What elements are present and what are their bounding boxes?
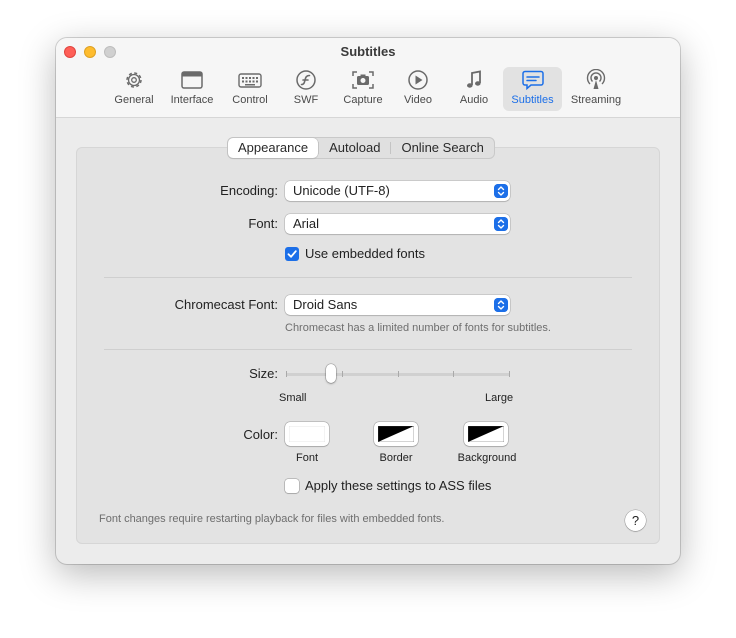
border-color-fill <box>378 426 414 442</box>
background-color-fill <box>468 426 504 442</box>
background-color-well[interactable] <box>464 422 508 446</box>
section-divider <box>104 277 632 278</box>
tab-autoload[interactable]: Autoload <box>319 138 390 158</box>
size-max-label: Large <box>485 392 514 404</box>
toolbar-item-video[interactable]: Video <box>398 67 438 111</box>
font-value: Arial <box>293 216 320 231</box>
window-title: Subtitles <box>340 44 396 59</box>
tab-online-search[interactable]: Online Search <box>391 138 493 158</box>
toolbar-item-capture[interactable]: Capture <box>338 67 388 111</box>
apply-ass-label[interactable]: Apply these settings to ASS files <box>305 478 491 493</box>
apply-ass-checkbox[interactable] <box>285 479 299 493</box>
color-label: Color: <box>243 427 278 442</box>
encoding-popup[interactable]: Unicode (UTF-8) <box>285 181 510 201</box>
toolbar-label: SWF <box>293 94 319 106</box>
encoding-label: Encoding: <box>220 183 278 198</box>
border-color-label: Border <box>379 452 413 464</box>
gear-icon <box>126 72 142 88</box>
toolbar-label: Capture <box>343 94 383 106</box>
toolbar-label: General <box>114 94 154 106</box>
toolbar-item-audio[interactable]: Audio <box>454 67 494 111</box>
help-button[interactable]: ? <box>625 510 646 531</box>
font-label: Font: <box>248 216 278 231</box>
toolbar-item-swf[interactable]: SWF <box>286 67 326 111</box>
play-icon <box>408 70 428 90</box>
size-label: Size: <box>249 366 278 381</box>
size-min-label: Small <box>279 392 307 404</box>
broadcast-icon <box>586 69 606 89</box>
toolbar-label: Interface <box>170 94 214 106</box>
chevron-up-down-icon <box>494 184 508 198</box>
border-color-well[interactable] <box>374 422 418 446</box>
chevron-up-down-icon <box>494 298 508 312</box>
toolbar-label: Control <box>232 94 268 106</box>
slider-tick <box>509 371 510 377</box>
font-color-label: Font <box>295 452 318 464</box>
slider-tick <box>342 371 343 377</box>
encoding-value: Unicode (UTF-8) <box>293 183 390 198</box>
toolbar-item-interface[interactable]: Interface <box>166 67 218 111</box>
music-note-icon <box>467 70 481 88</box>
toolbar-label: Subtitles <box>511 94 554 106</box>
toolbar-label: Streaming <box>570 94 622 106</box>
chromecast-font-popup[interactable]: Droid Sans <box>285 295 510 315</box>
chromecast-note: Chromecast has a limited number of fonts… <box>285 322 551 334</box>
toolbar-item-control[interactable]: Control <box>226 67 274 111</box>
window-icon <box>181 71 203 89</box>
use-embedded-fonts-checkbox[interactable] <box>285 247 299 261</box>
preferences-window: Subtitles General Interface Control SWF … <box>56 38 680 564</box>
use-embedded-fonts-label[interactable]: Use embedded fonts <box>305 246 425 261</box>
camera-icon <box>352 71 374 89</box>
chromecast-font-label: Chromecast Font: <box>174 297 278 312</box>
toolbar-item-subtitles[interactable]: Subtitles <box>503 67 562 111</box>
font-popup[interactable]: Arial <box>285 214 510 234</box>
section-divider <box>104 349 632 350</box>
background-color-label: Background <box>457 452 517 464</box>
font-color-fill <box>289 426 325 442</box>
font-color-well[interactable] <box>285 422 329 446</box>
keyboard-icon <box>238 73 262 88</box>
chromecast-font-value: Droid Sans <box>293 297 358 312</box>
checkmark-icon <box>287 250 297 258</box>
title-toolbar: Subtitles General Interface Control SWF … <box>56 38 680 118</box>
slider-knob[interactable] <box>325 364 336 383</box>
tab-appearance[interactable]: Appearance <box>228 138 319 158</box>
tab-bar: Appearance Autoload Online Search <box>227 137 495 159</box>
slider-tick <box>453 371 454 377</box>
toolbar-label: Video <box>404 94 432 106</box>
toolbar-item-streaming[interactable]: Streaming <box>567 67 625 111</box>
flash-icon <box>296 70 316 90</box>
toolbar-item-general[interactable]: General <box>110 67 158 111</box>
toolbar-label: Audio <box>459 94 489 106</box>
slider-tick <box>286 371 287 377</box>
footer-note: Font changes require restarting playback… <box>99 513 445 525</box>
slider-tick <box>398 371 399 377</box>
chevron-up-down-icon <box>494 217 508 231</box>
subtitles-bubble-icon <box>521 70 544 91</box>
